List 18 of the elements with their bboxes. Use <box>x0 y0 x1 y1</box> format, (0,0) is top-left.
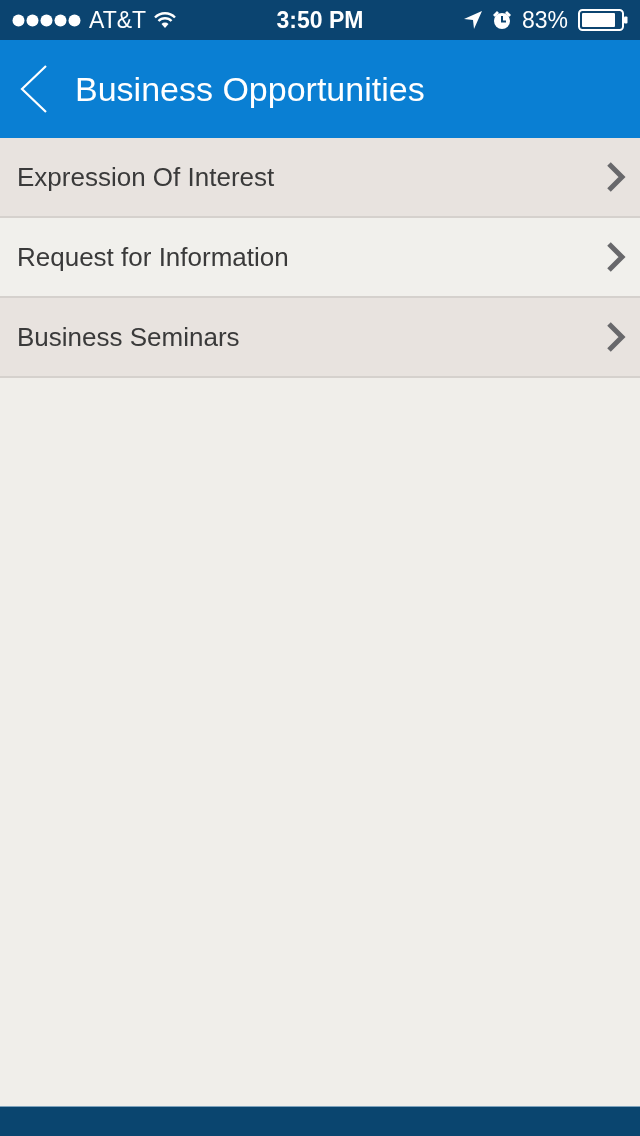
menu-list-item[interactable]: Business Seminars <box>0 298 640 378</box>
location-arrow-icon <box>463 11 482 29</box>
battery-icon <box>578 9 628 31</box>
chevron-right-icon <box>606 161 626 193</box>
page-title: Business Opportunities <box>75 72 425 106</box>
back-chevron-icon <box>20 65 48 113</box>
chevron-right-icon <box>606 241 626 273</box>
status-time: 3:50 PM <box>276 8 364 32</box>
menu-item-label: Request for Information <box>17 244 289 270</box>
menu-item-label: Expression Of Interest <box>17 164 275 190</box>
menu-item-label: Business Seminars <box>17 324 240 350</box>
wifi-icon <box>154 12 177 28</box>
alarm-clock-icon <box>491 10 512 30</box>
battery-percent: 83% <box>521 8 568 32</box>
carrier-name: AT&T <box>89 8 147 32</box>
chevron-right-icon <box>606 321 626 353</box>
signal-strength-icon <box>12 13 81 27</box>
menu-list-item[interactable]: Expression Of Interest <box>0 138 640 218</box>
